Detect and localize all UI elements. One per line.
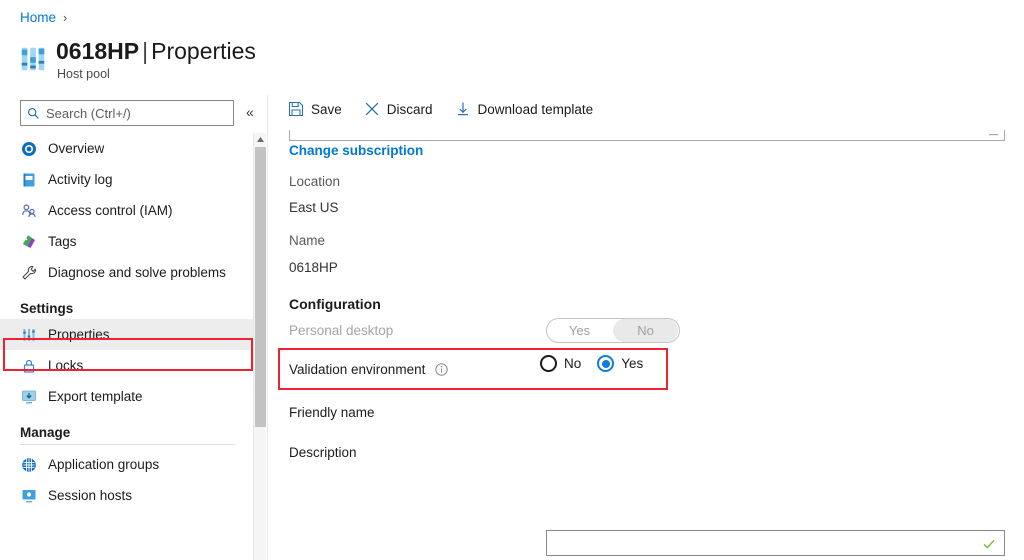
name-value: 0618HP [289,260,338,275]
breadcrumb-separator-icon: › [63,10,67,25]
discard-button[interactable]: Discard [364,101,433,117]
info-icon[interactable] [435,363,448,376]
page-title: 0618HP|Properties [56,36,256,66]
friendly-name-input[interactable] [546,530,1005,556]
sidebar-divider [20,444,235,445]
search-icon [27,107,40,120]
lock-icon [20,357,37,374]
configuration-heading: Configuration [289,296,381,312]
sidebar-item-export-template[interactable]: Export template [0,381,253,412]
location-value: East US [289,200,339,215]
download-template-button-label: Download template [478,102,594,117]
page-title-separator: | [139,38,151,64]
sidebar-group-settings-title: Settings [0,301,253,316]
validation-environment-radio-group: No Yes [540,355,643,372]
sidebar-item-diagnose[interactable]: Diagnose and solve problems [0,257,253,288]
sidebar-item-properties[interactable]: Properties [0,319,253,350]
breadcrumb-home-link[interactable]: Home [20,10,56,25]
sidebar-item-application-groups[interactable]: Application groups [0,449,253,480]
sidebar-item-access-control[interactable]: Access control (IAM) [0,195,253,226]
collapse-sidebar-button[interactable]: « [246,103,254,121]
properties-form: — Change subscription Location East US N… [268,130,1024,560]
check-icon [982,537,996,551]
sidebar-scrollbar[interactable] [253,133,266,560]
host-pool-icon [18,44,48,74]
search-input[interactable]: Search (Ctrl+/) [20,100,234,126]
validation-environment-label-text: Validation environment [289,362,425,377]
sidebar-item-overview[interactable]: Overview [0,133,253,164]
page-title-section: Properties [151,38,256,64]
properties-icon [20,326,37,343]
resource-type-label: Host pool [57,67,256,81]
sidebar-item-label: Diagnose and solve problems [48,265,226,280]
discard-icon [364,101,380,117]
sidebar-item-session-hosts[interactable]: Session hosts [0,480,253,511]
personal-desktop-option-no: No [613,319,678,342]
personal-desktop-label: Personal desktop [289,323,393,338]
search-placeholder: Search (Ctrl+/) [46,106,131,121]
chevron-down-icon: — [989,129,998,139]
save-icon [288,101,304,117]
sidebar-item-activity-log[interactable]: Activity log [0,164,253,195]
azure-portal-blade: Home › 0618HP|Properties Host pool Se [0,0,1024,560]
access-control-icon [20,202,37,219]
sidebar-item-label: Overview [48,141,104,156]
radio-checked-icon [597,355,614,372]
breadcrumb: Home › [20,10,67,25]
application-groups-icon [20,456,37,473]
scroll-up-arrow-icon[interactable] [254,133,267,146]
page-header: 0618HP|Properties Host pool [18,36,256,81]
sidebar-group-manage-title: Manage [0,425,253,440]
personal-desktop-toggle: Yes No [546,318,680,343]
validation-environment-label: Validation environment [289,362,448,377]
sidebar-item-label: Access control (IAM) [48,203,173,218]
validation-environment-option-yes[interactable]: Yes [597,355,643,372]
sidebar-scrollbar-thumb[interactable] [255,147,266,427]
sidebar-item-label: Export template [48,389,143,404]
discard-button-label: Discard [387,102,433,117]
page-title-resource-name: 0618HP [56,38,139,64]
diagnose-icon [20,264,37,281]
change-subscription-link[interactable]: Change subscription [289,143,423,158]
subscription-select[interactable]: — [289,130,1005,141]
description-label: Description [289,445,357,460]
tags-icon [20,233,37,250]
name-label: Name [289,233,325,248]
sidebar-item-label: Tags [48,234,77,249]
download-template-button[interactable]: Download template [455,101,594,117]
sidebar-item-label: Application groups [48,457,159,472]
validation-environment-option-no[interactable]: No [540,355,581,372]
radio-label: Yes [621,356,643,371]
sidebar-item-tags[interactable]: Tags [0,226,253,257]
friendly-name-label: Friendly name [289,405,375,420]
save-button-label: Save [311,102,342,117]
personal-desktop-option-yes: Yes [547,319,612,342]
session-hosts-icon [20,487,37,504]
sidebar-item-label: Activity log [48,172,113,187]
download-icon [455,101,471,117]
sidebar-nav: Overview Activity log Acc [0,133,253,560]
radio-unchecked-icon [540,355,557,372]
sidebar-item-label: Properties [48,327,110,342]
location-label: Location [289,174,340,189]
activity-log-icon [20,171,37,188]
sidebar-item-label: Session hosts [48,488,132,503]
export-template-icon [20,388,37,405]
command-bar: Save Discard Download template [288,101,593,117]
overview-icon [20,140,37,157]
sidebar-item-label: Locks [48,358,83,373]
radio-label: No [564,356,581,371]
save-button[interactable]: Save [288,101,342,117]
sidebar-item-locks[interactable]: Locks [0,350,253,381]
